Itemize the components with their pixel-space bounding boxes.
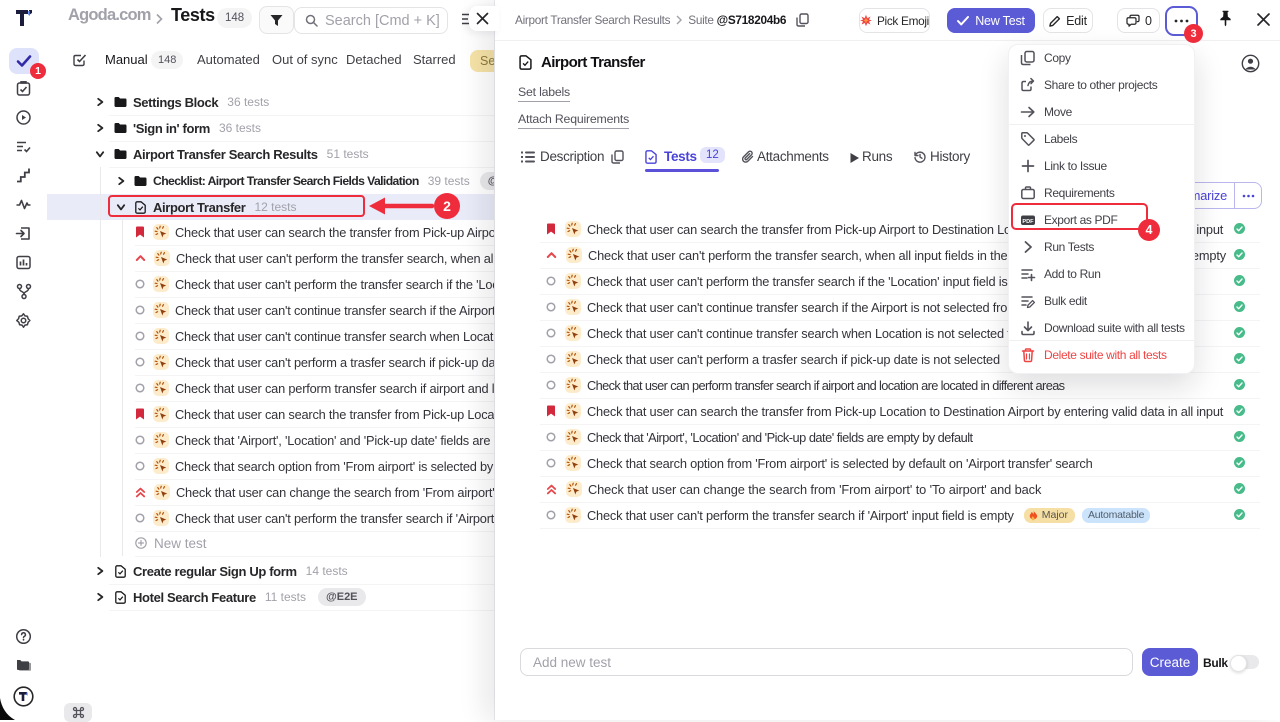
svg-text:PDF: PDF [1022,218,1034,224]
